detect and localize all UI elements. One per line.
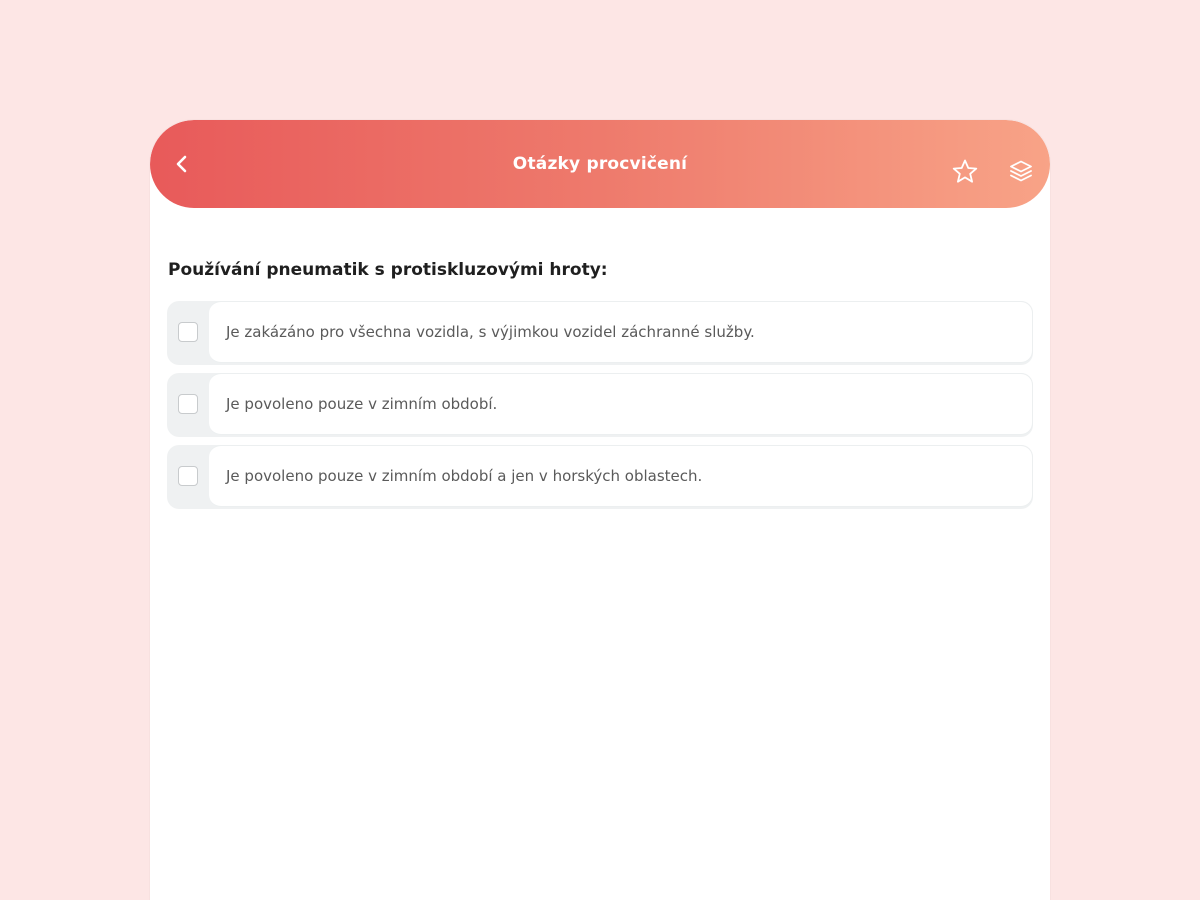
app-screen: Otázky procvičení Používání pneumatik s … [150,120,1050,900]
answer-label: Je povoleno pouze v zimním období. [226,395,498,413]
answer-card[interactable]: Je povoleno pouze v zimním období. [209,373,1033,435]
answer-checkbox[interactable] [178,322,198,342]
favorite-button[interactable] [950,157,980,187]
chevron-left-icon [176,155,187,173]
layers-icon [1010,160,1032,182]
answer-checkbox[interactable] [178,466,198,486]
answer-checkbox[interactable] [178,394,198,414]
answer-label: Je zakázáno pro všechna vozidla, s výjim… [226,323,755,341]
question-text: Používání pneumatik s protiskluzovými hr… [168,260,608,280]
star-outline-icon [952,159,978,183]
answer-option-3[interactable]: Je povoleno pouze v zimním období a jen … [167,445,1033,509]
answer-option-1[interactable]: Je zakázáno pro všechna vozidla, s výjim… [167,301,1033,365]
answer-card[interactable]: Je povoleno pouze v zimním období a jen … [209,445,1033,507]
page-title: Otázky procvičení [512,154,688,174]
answer-option-2[interactable]: Je povoleno pouze v zimním období. [167,373,1033,437]
answer-label: Je povoleno pouze v zimním období a jen … [226,467,703,485]
layers-button[interactable] [1008,158,1034,184]
back-button[interactable] [170,152,194,176]
answer-card[interactable]: Je zakázáno pro všechna vozidla, s výjim… [209,301,1033,363]
answer-list: Je zakázáno pro všechna vozidla, s výjim… [167,301,1033,517]
header-bar: Otázky procvičení [150,120,1050,208]
